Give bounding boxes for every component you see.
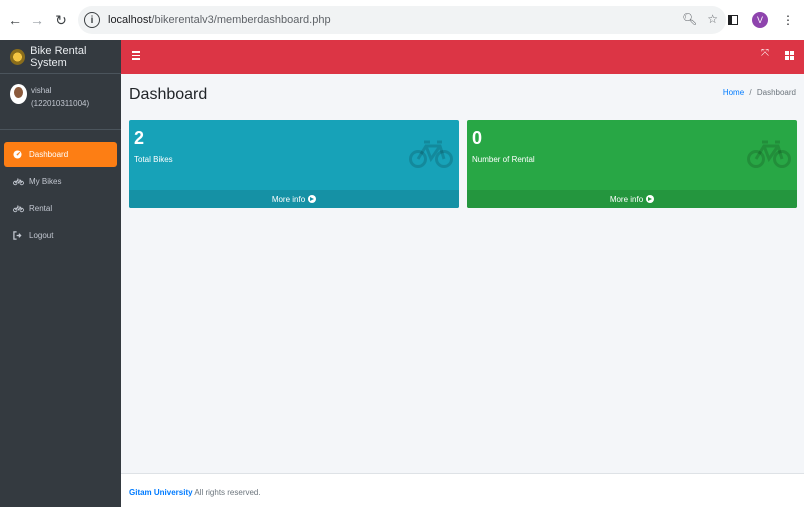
total-bikes-count: 2 [134,128,145,148]
sidebar-item-dashboard[interactable]: Dashboard [4,142,117,167]
sidebar-menu: Dashboard My Bikes Rental Logout [0,130,121,248]
bicycle-icon [13,178,25,186]
breadcrumb-separator: / [749,88,752,97]
rental-count: 0 [472,128,483,148]
breadcrumb-home-link[interactable]: Home [723,88,744,97]
url-text: localhost/bikerentalv3/memberdashboard.p… [108,14,331,26]
breadcrumb: Home / Dashboard [723,88,796,97]
more-info-link[interactable]: More info [467,190,797,208]
sidebar-item-label: Logout [29,231,54,240]
content-header: Dashboard Home / Dashboard [121,74,804,120]
arrow-circle-right-icon [646,195,655,203]
control-sidebar-icon[interactable] [785,51,794,60]
sidebar: Bike Rental System vishal (122010311004)… [0,40,121,507]
user-avatar [10,84,27,104]
more-info-link[interactable]: More info [129,190,459,208]
menu-toggle-icon[interactable] [132,51,140,62]
user-name[interactable]: vishal [31,84,89,97]
footer-text: All rights reserved. [192,488,261,497]
footer-brand-link[interactable]: Gitam University [129,488,193,497]
bicycle-icon [13,205,25,213]
sidebar-item-label: My Bikes [29,177,62,186]
browser-toolbar: ← → ↻ i localhost/bikerentalv3/memberdas… [0,0,804,40]
user-panel: vishal (122010311004) [0,74,121,130]
side-panel-icon[interactable] [728,15,738,25]
reload-icon[interactable]: ↻ [50,9,72,31]
zoom-icon[interactable]: 🔍︎ [682,12,697,26]
brand-logo [10,48,26,65]
sidebar-item-logout[interactable]: Logout [4,223,117,248]
sidebar-item-label: Rental [29,204,53,213]
breadcrumb-current: Dashboard [756,88,796,97]
brand-text: Bike Rental System [30,44,87,69]
page-footer: Gitam University All rights reserved. [121,473,804,507]
total-bikes-label: Total Bikes [134,155,173,164]
brand-link[interactable]: Bike Rental System [0,40,121,74]
browser-menu-icon[interactable]: ⋮ [782,13,794,27]
logout-icon [13,231,25,240]
bicycle-icon [747,140,791,168]
sidebar-item-label: Dashboard [29,150,69,159]
rental-count-label: Number of Rental [472,155,535,164]
sidebar-item-my-bikes[interactable]: My Bikes [4,169,117,194]
address-bar[interactable]: i localhost/bikerentalv3/memberdashboard… [78,6,726,34]
forward-icon[interactable]: → [26,9,48,31]
page-title: Dashboard [129,86,208,103]
fullscreen-icon[interactable] [761,48,771,60]
profile-avatar[interactable]: V [752,12,768,28]
sidebar-item-rental[interactable]: Rental [4,196,117,221]
dashboard-icon [13,150,25,159]
bookmark-star-icon[interactable]: ☆ [707,12,718,26]
arrow-circle-right-icon [308,195,317,203]
back-icon[interactable]: ← [4,9,26,31]
rental-count-box: 0 Number of Rental More info [467,120,797,208]
site-info-icon[interactable]: i [84,12,100,28]
total-bikes-box: 2 Total Bikes More info [129,120,459,208]
user-id: (122010311004) [31,99,90,108]
top-navbar [121,40,804,74]
bicycle-icon [409,140,453,168]
